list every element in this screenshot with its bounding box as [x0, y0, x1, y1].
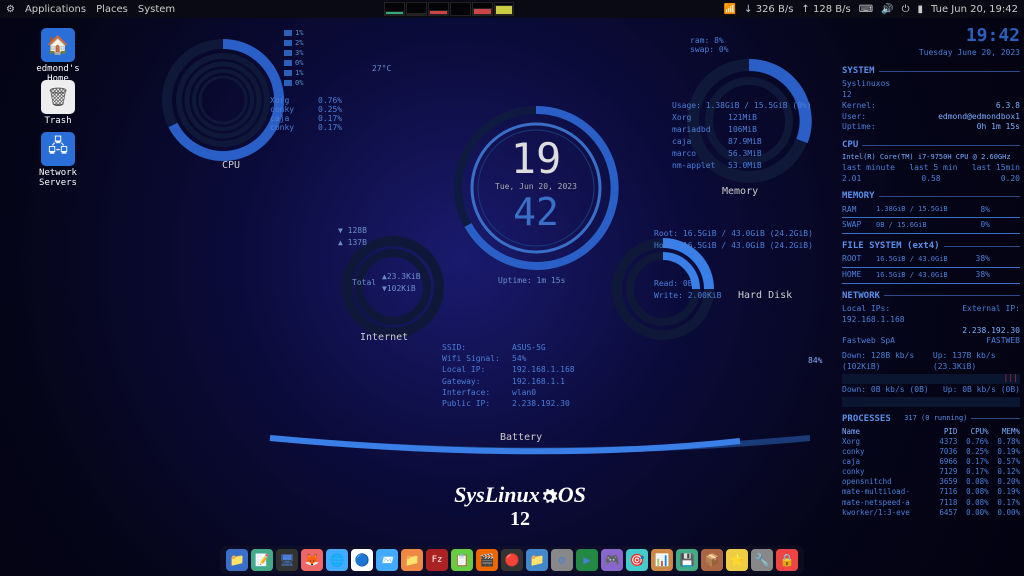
gear-icon — [540, 488, 558, 506]
ram-swap-text: ram: 8%swap: 0% — [690, 36, 729, 54]
section-network: NETWORK — [842, 290, 1020, 302]
dock-filezilla[interactable]: Fz — [426, 549, 448, 571]
dock-play[interactable]: ▶ — [576, 549, 598, 571]
clock-hour: 19 — [456, 138, 616, 180]
folder-home-icon: 🏠 — [41, 28, 75, 62]
cpu-top-procs: Xorg0.76% conky0.25% caja0.17% conky0.17… — [270, 96, 342, 132]
dock-pkg[interactable]: 📦 — [701, 549, 723, 571]
menu-applications[interactable]: Applications — [25, 4, 86, 15]
panel-clock[interactable]: Tue Jun 20, 19:42 — [931, 4, 1018, 15]
conky-sidebar: 19:42 Tuesday June 20, 2023 SYSTEM Sysli… — [842, 24, 1020, 518]
dock-tools[interactable]: 🔧 — [751, 549, 773, 571]
disk-detail: Root: 16.5GiB / 43.0GiB (24.2GiB) Home: … — [654, 228, 813, 302]
memory-label: Memory — [722, 186, 758, 197]
dock-video[interactable]: 🎬 — [476, 549, 498, 571]
desktop-trash[interactable]: 🗑 Trash — [24, 80, 92, 126]
battery-pct: 84% — [808, 356, 822, 365]
cpu-widget — [158, 30, 288, 170]
cpu-label: CPU — [222, 160, 240, 171]
section-system: SYSTEM — [842, 65, 1020, 77]
desktop-home-folder[interactable]: 🏠 edmond's Home — [24, 28, 92, 84]
keyboard-icon[interactable]: ⌨ — [859, 4, 873, 15]
net-down-label: ▼ 128B — [338, 226, 367, 235]
net-graph-2 — [842, 397, 1020, 407]
clock-center: 19 Tue, Jun 20, 2023 42 — [456, 110, 616, 270]
os-branding: SysLinuxOS 12 — [390, 482, 650, 531]
dock-terminal[interactable]: 🖥 — [276, 549, 298, 571]
network-icon: 🖧 — [41, 132, 75, 166]
dock-mail[interactable]: 📨 — [376, 549, 398, 571]
clock-minute: 42 — [456, 193, 616, 231]
dock-target[interactable]: 🎯 — [626, 549, 648, 571]
volume-icon[interactable]: 🔊 — [881, 4, 893, 15]
net-total-down: ▼102KiB — [382, 284, 416, 293]
netspeed-down: ↓ 326 B/s — [744, 4, 793, 15]
dock-folder[interactable]: 📁 — [401, 549, 423, 571]
dock-lock[interactable]: 🔒 — [776, 549, 798, 571]
dock-games[interactable]: 🎮 — [601, 549, 623, 571]
icon-label: Trash — [24, 116, 92, 126]
section-processes: PROCESSES 317 (0 running) — [842, 413, 1020, 425]
desktop-network-servers[interactable]: 🖧 Network Servers — [18, 132, 98, 188]
system-load-applet[interactable] — [384, 2, 514, 16]
section-cpu: CPU — [842, 139, 1020, 151]
gear-icon: ⚙ — [6, 4, 15, 15]
battery-arc — [260, 418, 820, 458]
internet-label: Internet — [360, 332, 408, 343]
netspeed-up: ↑ 128 B/s — [801, 4, 850, 15]
dock: 📁 📝 🖥 🦊 🌐 🔵 📨 📁 Fz 📋 🎬 🔴 📁 ⚙ ▶ 🎮 🎯 📊 💾 📦… — [220, 546, 804, 574]
uptime-text: Uptime: 1m 15s — [498, 276, 565, 285]
menu-places[interactable]: Places — [96, 4, 128, 15]
dock-star[interactable]: ⭐ — [726, 549, 748, 571]
net-graph-1: ||| — [842, 374, 1020, 384]
sidebar-date: Tuesday June 20, 2023 — [842, 48, 1020, 59]
dock-settings[interactable]: ⚙ — [551, 549, 573, 571]
network-detail: SSID:ASUS-5G Wifi Signal:54% Local IP:19… — [442, 342, 575, 409]
dock-files[interactable]: 📁 — [226, 549, 248, 571]
section-filesystem: FILE SYSTEM (ext4) — [842, 240, 1020, 252]
dock-editor[interactable]: 📝 — [251, 549, 273, 571]
section-memory: MEMORY — [842, 190, 1020, 202]
icon-label: Network Servers — [18, 168, 98, 188]
power-icon[interactable]: ⏻ — [902, 4, 910, 15]
sidebar-clock: 19:42 — [842, 24, 1020, 48]
dock-chromium[interactable]: 🌐 — [326, 549, 348, 571]
cpu-core-pct-list: 1% 2% 3% 0% 1% 0% — [284, 28, 303, 88]
dock-chrome[interactable]: 🔵 — [351, 549, 373, 571]
net-total-up: ▲23.3KiB — [382, 272, 421, 281]
top-panel: ⚙ Applications Places System 📶 ↓ 326 B/s… — [0, 0, 1024, 18]
net-total-label: Total — [352, 278, 376, 287]
wifi-icon[interactable]: 📶 — [724, 4, 736, 15]
dock-record[interactable]: 🔴 — [501, 549, 523, 571]
dock-disk[interactable]: 💾 — [676, 549, 698, 571]
menu-system[interactable]: System — [138, 4, 175, 15]
dock-monitor[interactable]: 📊 — [651, 549, 673, 571]
memory-detail: Usage: 1.38GiB / 15.5GiB (8%) Xorg121MiB… — [672, 100, 812, 172]
dock-folder2[interactable]: 📁 — [526, 549, 548, 571]
process-table: NamePIDCPU%MEM% Xorg43730.76%0.78% conky… — [842, 427, 1020, 518]
net-up-label: ▲ 137B — [338, 238, 367, 247]
dock-notes[interactable]: 📋 — [451, 549, 473, 571]
battery-icon[interactable]: ▮ — [918, 4, 924, 15]
cpu-temp: 27°C — [372, 64, 391, 73]
dock-firefox[interactable]: 🦊 — [301, 549, 323, 571]
trash-icon: 🗑 — [41, 80, 75, 114]
